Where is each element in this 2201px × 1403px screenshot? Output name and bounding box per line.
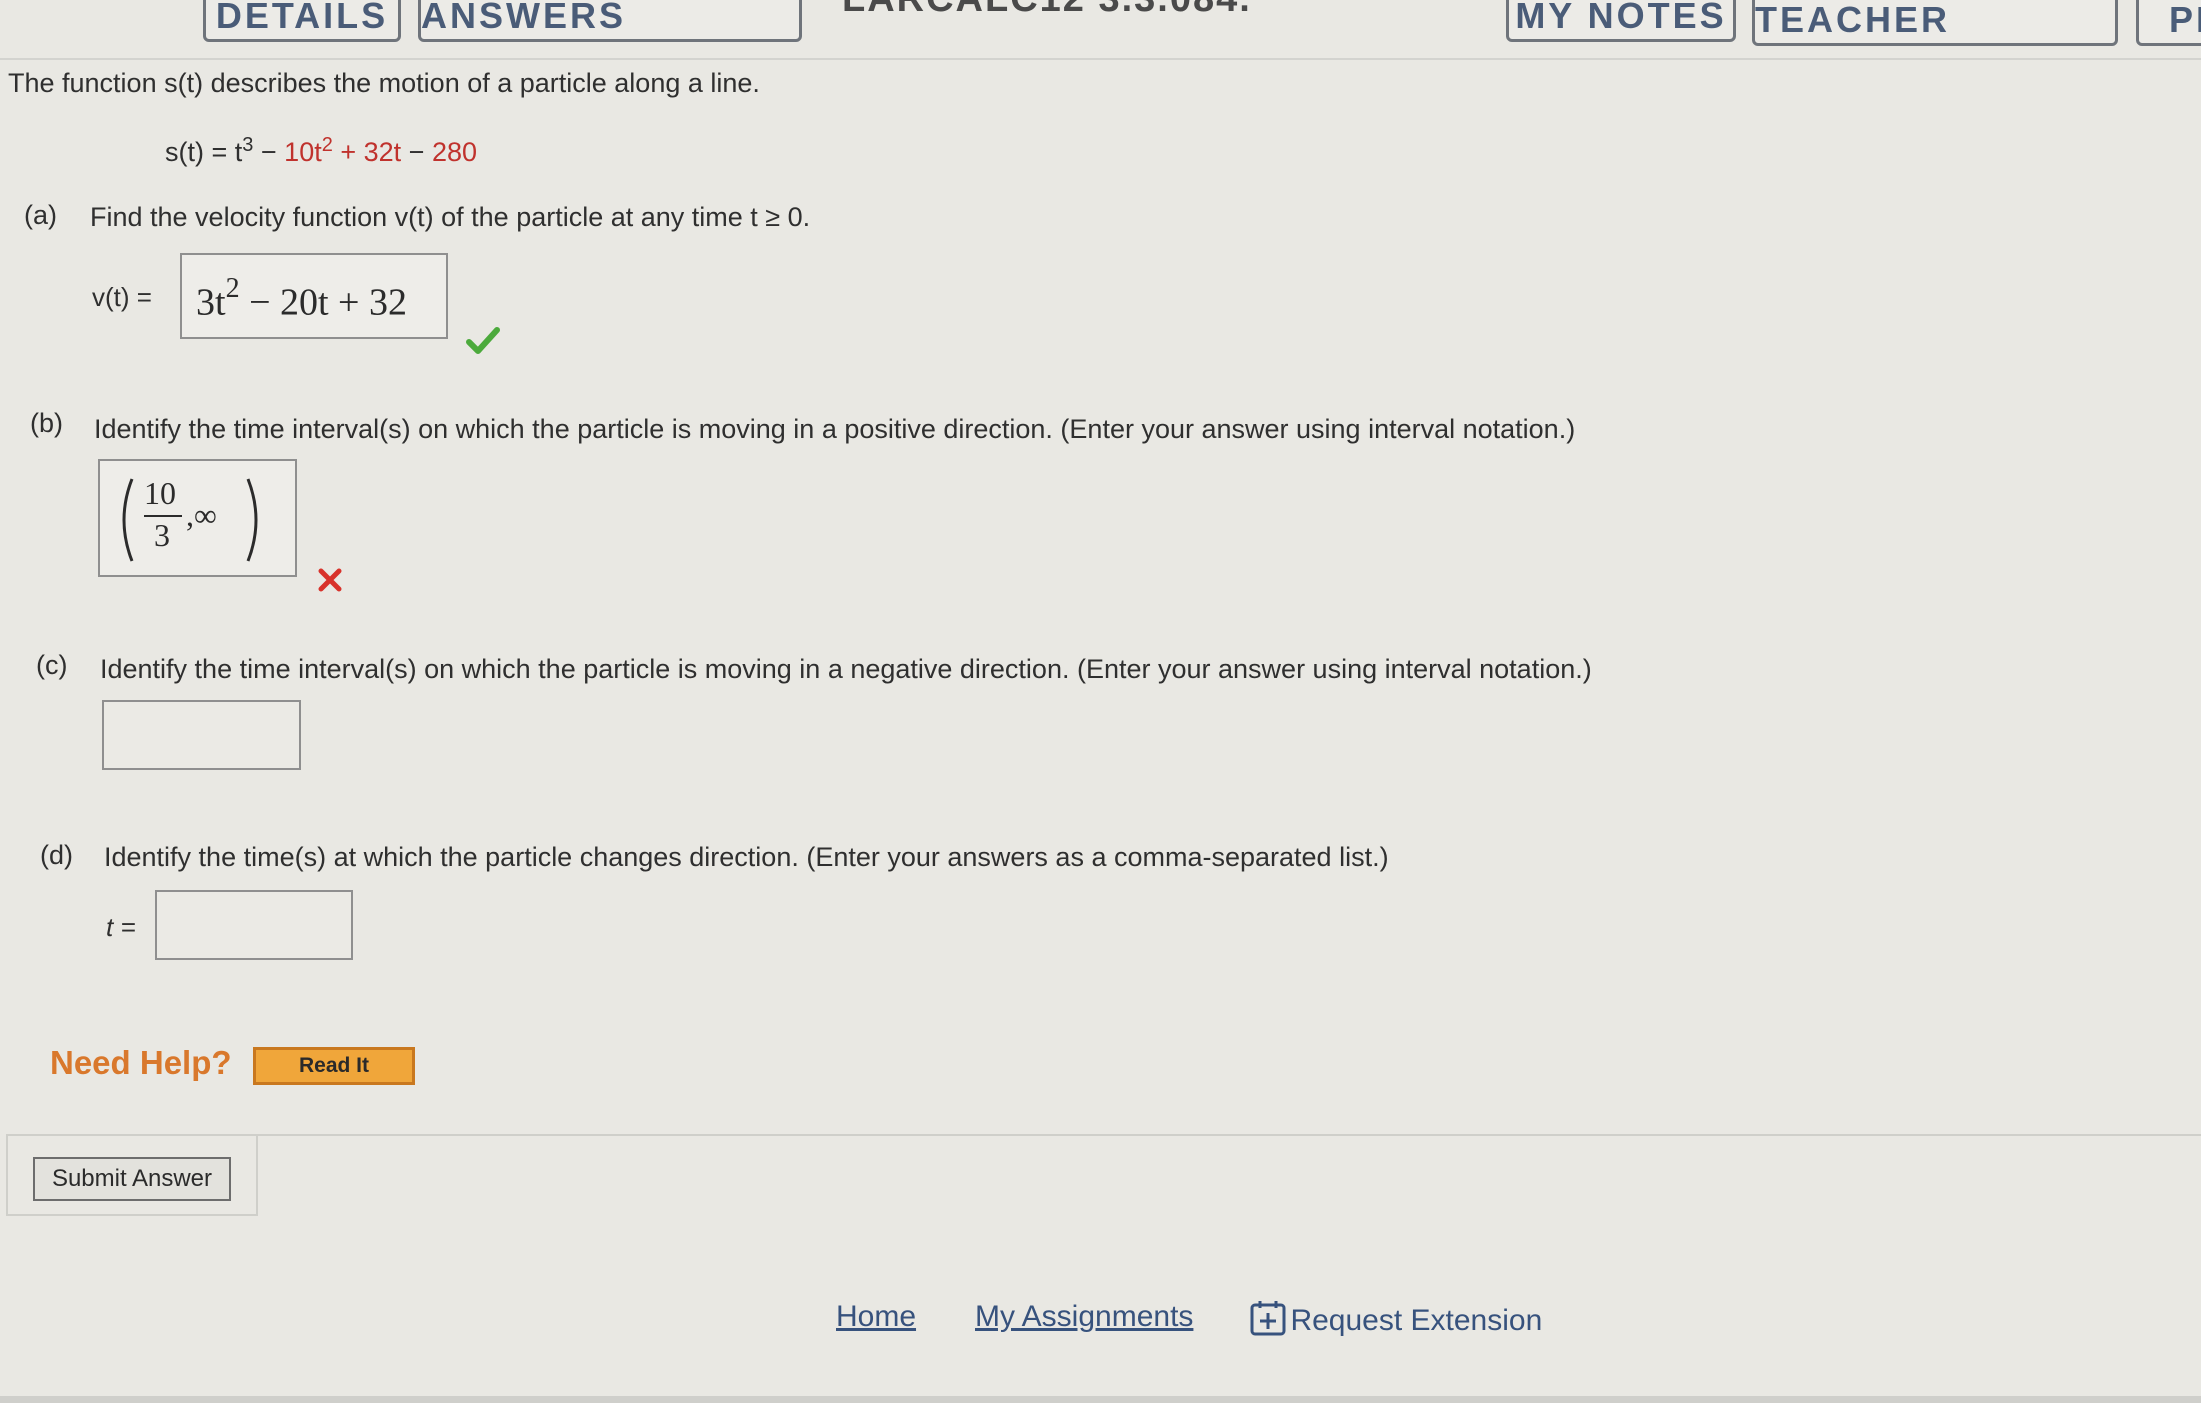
question-intro: The function s(t) describes the motion o…	[8, 68, 760, 98]
read-it-button[interactable]: Read It	[253, 1047, 415, 1085]
need-help-title: Need Help?	[50, 1044, 232, 1081]
header-divider	[0, 58, 2201, 60]
part-a-answer-box[interactable]: 3t2 − 20t + 32	[180, 253, 448, 339]
tab-ask-teacher[interactable]: ASK YOUR TEACHER	[1752, 0, 2118, 46]
equation-lhs: s(t) = t	[165, 137, 243, 167]
incorrect-x-icon	[318, 568, 342, 592]
tab-previous-answers[interactable]: PREVIOUS ANSWERS	[418, 0, 802, 42]
position-equation: s(t) = t3 − 10t2 + 32t − 280	[165, 134, 477, 168]
left-paren-icon	[122, 478, 134, 562]
fraction-denominator: 3	[154, 517, 170, 553]
right-paren-icon	[246, 478, 258, 562]
part-c-answer-input[interactable]	[102, 700, 301, 770]
part-a-answer-label: v(t) =	[92, 282, 152, 312]
equation-exp2: 2	[321, 134, 333, 156]
equation-tail: −	[401, 137, 432, 167]
part-d-answer-label: t =	[106, 912, 136, 942]
help-divider	[6, 1134, 2201, 1136]
home-link[interactable]: Home	[836, 1300, 916, 1334]
part-a-label: (a)	[24, 200, 57, 230]
request-extension-label: Request Extension	[1290, 1304, 1543, 1337]
part-a-answer-value: 3t2 − 20t + 32	[196, 273, 407, 324]
part-b-answer-box[interactable]: 10 3 ,∞	[98, 459, 297, 577]
equation-exp1: 3	[242, 134, 254, 156]
part-b-label: (b)	[30, 408, 63, 438]
tab-details[interactable]: DETAILS	[203, 0, 401, 42]
part-b-prompt: Identify the time interval(s) on which t…	[94, 414, 1576, 444]
fraction-numerator: 10	[144, 475, 176, 511]
part-d-prompt: Identify the time(s) at which the partic…	[104, 842, 1389, 872]
part-c-prompt: Identify the time interval(s) on which t…	[100, 654, 1592, 684]
request-extension-link[interactable]: Request Extension	[1250, 1300, 1542, 1338]
interval-tail: ,∞	[186, 497, 217, 533]
calendar-plus-icon	[1250, 1301, 1286, 1336]
part-d-answer-input[interactable]	[155, 890, 353, 960]
part-c-label: (c)	[36, 650, 68, 680]
submit-answer-button[interactable]: Submit Answer	[33, 1157, 231, 1201]
tab-my-notes[interactable]: MY NOTES	[1506, 0, 1736, 42]
bottom-edge	[0, 1396, 2201, 1403]
correct-check-icon	[466, 327, 500, 354]
my-assignments-link[interactable]: My Assignments	[975, 1300, 1193, 1334]
part-d-label: (d)	[40, 840, 73, 870]
equation-coef-t: + 32t	[332, 137, 402, 167]
equation-coef-t2: 10t	[284, 137, 322, 167]
equation-mid: −	[253, 137, 285, 167]
tab-practice[interactable]: PR	[2136, 0, 2201, 46]
part-a-prompt: Find the velocity function v(t) of the p…	[90, 202, 811, 232]
problem-id: LARCALC12 3.3.084.	[842, 0, 1252, 21]
equation-constant: 280	[431, 137, 477, 167]
